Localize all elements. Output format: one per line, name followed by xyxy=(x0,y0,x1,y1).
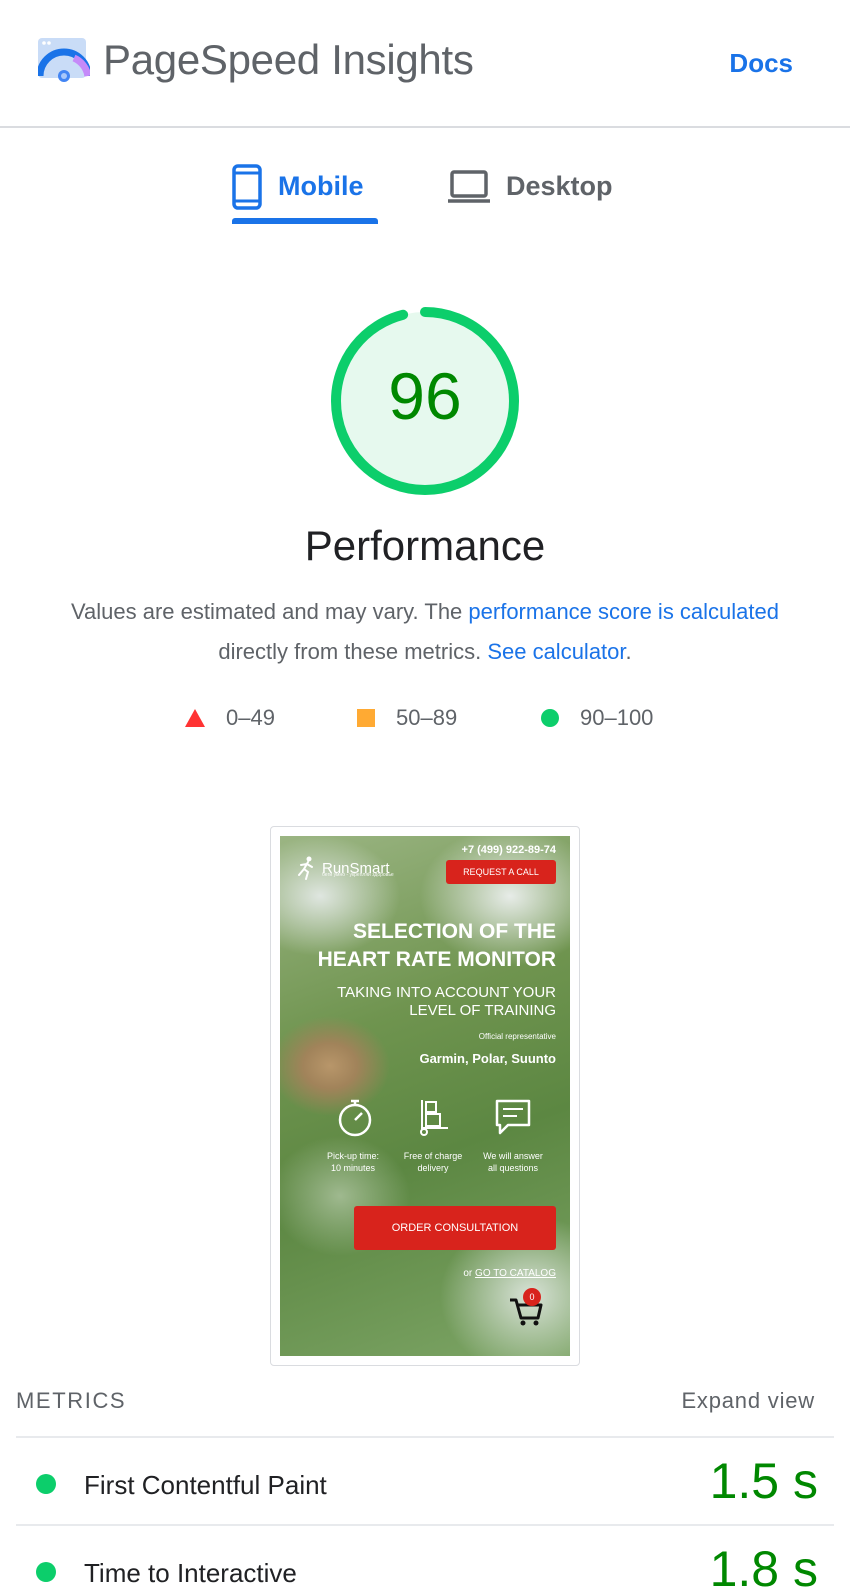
tab-mobile-label: Mobile xyxy=(278,170,364,201)
thumb-feature-2-line-1: Free of charge xyxy=(403,1151,463,1161)
stopwatch-icon xyxy=(338,1099,372,1137)
thumb-brands: Garmin, Polar, Suunto xyxy=(419,1051,556,1066)
legend-average-range: 50–89 xyxy=(396,705,458,730)
see-calculator-link[interactable]: See calculator xyxy=(487,639,625,664)
thumb-official: Official representative xyxy=(478,1032,556,1041)
delivery-cart-icon xyxy=(420,1100,448,1136)
orange-square-icon xyxy=(357,709,375,727)
legend-pass: 90–100 xyxy=(540,703,653,733)
description-period: . xyxy=(625,639,632,664)
thumb-feature-3: We will answer all questions xyxy=(472,1150,554,1174)
docs-link[interactable]: Docs xyxy=(729,48,793,79)
thumb-sub-line-2: LEVEL OF TRAINING xyxy=(409,1002,556,1019)
thumb-feature-1: Pick-up time: 10 minutes xyxy=(312,1150,394,1174)
top-bar: PageSpeed Insights Docs xyxy=(0,0,850,128)
legend-pass-range: 90–100 xyxy=(580,705,654,730)
legend-fail: 0–49 xyxy=(184,703,275,733)
tab-desktop[interactable]: Desktop xyxy=(448,150,638,224)
thumb-sub-line-1: TAKING INTO ACCOUNT YOUR xyxy=(337,984,556,1001)
thumb-or-text: or xyxy=(463,1268,476,1279)
thumb-feature-3-line-1: We will answer xyxy=(483,1151,543,1161)
green-circle-icon xyxy=(541,709,559,727)
thumb-cart-badge: 0 xyxy=(523,1288,541,1306)
metric-value: 1.5 s xyxy=(709,1453,818,1509)
metric-row: First Contentful Paint 1.5 s xyxy=(16,1438,834,1526)
thumb-headline: SELECTION OF THE HEART RATE MONITOR xyxy=(286,918,556,974)
red-triangle-icon xyxy=(185,709,205,727)
category-title: Performance xyxy=(304,522,546,569)
metric-value: 1.8 s xyxy=(709,1541,818,1588)
metrics-heading: METRICS xyxy=(16,1388,127,1413)
description-text-2: directly from these metrics. xyxy=(218,639,488,664)
pagespeed-logo-icon[interactable] xyxy=(38,38,90,86)
score-calculation-link[interactable]: performance score is calculated xyxy=(468,599,779,624)
thumb-feature-2-line-2: delivery xyxy=(417,1163,449,1173)
thumb-subheadline: TAKING INTO ACCOUNT YOUR LEVEL OF TRAINI… xyxy=(316,984,556,1020)
tab-desktop-label: Desktop xyxy=(506,170,613,201)
app-title: PageSpeed Insights xyxy=(103,36,474,83)
thumb-feature-1-line-1: Pick-up time: xyxy=(326,1151,379,1161)
thumb-request-call-button: REQUEST A CALL xyxy=(446,860,556,884)
metric-name: First Contentful Paint xyxy=(84,1470,327,1500)
thumb-phone: +7 (499) 922-89-74 xyxy=(461,844,556,856)
performance-score: 96 xyxy=(388,359,462,433)
thumb-headline-line-1: SELECTION OF THE xyxy=(352,920,556,943)
chat-bubble-icon xyxy=(495,1099,531,1135)
score-description: Values are estimated and may vary. The p… xyxy=(0,592,850,672)
expand-view-toggle[interactable]: Expand view xyxy=(681,1388,815,1414)
active-tab-indicator xyxy=(232,218,378,224)
thumb-headline-line-2: HEART RATE MONITOR xyxy=(317,948,556,971)
thumb-brand-sub: беги умно - укрепляй здоровье xyxy=(322,872,394,878)
description-text: Values are estimated and may vary. The xyxy=(70,599,469,624)
smartphone-icon xyxy=(232,164,262,210)
runner-icon xyxy=(298,856,313,880)
thumb-order-consultation-button: ORDER CONSULTATION xyxy=(354,1206,556,1250)
pass-status-icon xyxy=(36,1474,56,1494)
thumb-catalog-link: GO TO CATALOG xyxy=(475,1268,556,1279)
metric-name: Time to Interactive xyxy=(84,1558,297,1588)
thumb-feature-3-line-2: all questions xyxy=(487,1163,539,1173)
thumb-feature-1-line-2: 10 minutes xyxy=(330,1163,376,1173)
legend-fail-range: 0–49 xyxy=(226,705,275,730)
metric-row: Time to Interactive 1.8 s xyxy=(16,1526,834,1588)
final-screenshot[interactable]: +7 (499) 922-89-74 RunSmart беги умно - … xyxy=(280,836,570,1356)
tab-mobile[interactable]: Mobile xyxy=(232,150,378,224)
legend-average: 50–89 xyxy=(356,703,457,733)
thumb-catalog-line: or GO TO CATALOG xyxy=(463,1268,556,1279)
thumb-feature-2: Free of charge delivery xyxy=(392,1150,474,1174)
laptop-icon xyxy=(448,170,490,203)
pass-status-icon xyxy=(36,1562,56,1582)
